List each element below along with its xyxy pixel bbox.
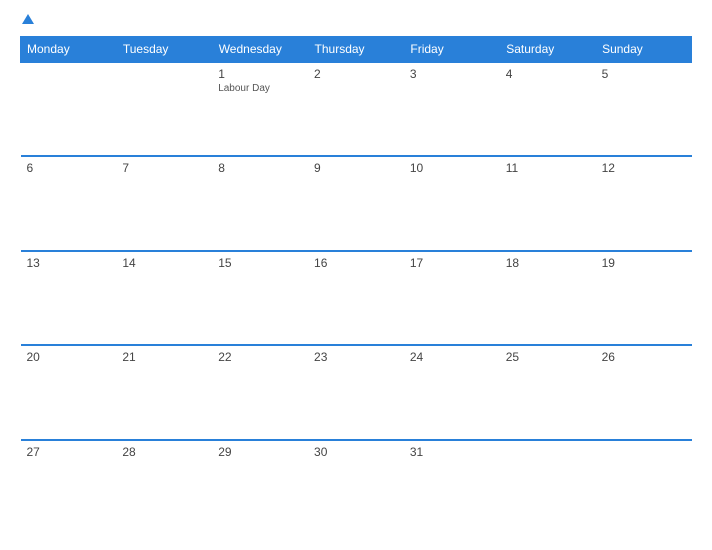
day-number: 3 bbox=[410, 67, 494, 81]
calendar-week-row: 13 14 15 16 17 18 19 bbox=[21, 251, 692, 345]
calendar-cell: 7 bbox=[116, 156, 212, 250]
calendar-week-row: 27 28 29 30 31 bbox=[21, 440, 692, 534]
day-number: 4 bbox=[506, 67, 590, 81]
calendar-cell: 5 bbox=[596, 62, 692, 156]
day-number: 13 bbox=[27, 256, 111, 270]
day-number: 23 bbox=[314, 350, 398, 364]
calendar-cell: 8 bbox=[212, 156, 308, 250]
day-number: 8 bbox=[218, 161, 302, 175]
day-number: 6 bbox=[27, 161, 111, 175]
calendar-cell: 22 bbox=[212, 345, 308, 439]
day-number: 20 bbox=[27, 350, 111, 364]
calendar-cell: 15 bbox=[212, 251, 308, 345]
calendar-cell: 14 bbox=[116, 251, 212, 345]
calendar-cell: 30 bbox=[308, 440, 404, 534]
calendar-cell: 31 bbox=[404, 440, 500, 534]
day-number: 16 bbox=[314, 256, 398, 270]
day-number: 19 bbox=[602, 256, 686, 270]
day-number: 11 bbox=[506, 161, 590, 175]
weekday-header-thursday: Thursday bbox=[308, 37, 404, 63]
calendar-week-row: 20 21 22 23 24 25 26 bbox=[21, 345, 692, 439]
weekday-header-row: MondayTuesdayWednesdayThursdayFridaySatu… bbox=[21, 37, 692, 63]
calendar-cell: 27 bbox=[21, 440, 117, 534]
day-number: 27 bbox=[27, 445, 111, 459]
day-number: 5 bbox=[602, 67, 686, 81]
day-number: 15 bbox=[218, 256, 302, 270]
day-number: 12 bbox=[602, 161, 686, 175]
weekday-header-wednesday: Wednesday bbox=[212, 37, 308, 63]
calendar-cell bbox=[596, 440, 692, 534]
day-number: 24 bbox=[410, 350, 494, 364]
day-number: 17 bbox=[410, 256, 494, 270]
logo-triangle-icon bbox=[22, 14, 34, 24]
calendar-cell: 13 bbox=[21, 251, 117, 345]
day-number: 14 bbox=[122, 256, 206, 270]
calendar-cell: 28 bbox=[116, 440, 212, 534]
day-number: 30 bbox=[314, 445, 398, 459]
calendar-cell bbox=[21, 62, 117, 156]
calendar-cell: 24 bbox=[404, 345, 500, 439]
calendar-cell: 10 bbox=[404, 156, 500, 250]
logo bbox=[20, 16, 34, 26]
day-event: Labour Day bbox=[218, 83, 302, 94]
calendar-cell: 16 bbox=[308, 251, 404, 345]
day-number: 28 bbox=[122, 445, 206, 459]
weekday-header-tuesday: Tuesday bbox=[116, 37, 212, 63]
day-number: 10 bbox=[410, 161, 494, 175]
calendar-cell: 12 bbox=[596, 156, 692, 250]
calendar-cell: 29 bbox=[212, 440, 308, 534]
calendar-header-row: MondayTuesdayWednesdayThursdayFridaySatu… bbox=[21, 37, 692, 63]
calendar-cell: 25 bbox=[500, 345, 596, 439]
weekday-header-friday: Friday bbox=[404, 37, 500, 63]
calendar-page: MondayTuesdayWednesdayThursdayFridaySatu… bbox=[0, 0, 712, 550]
calendar-cell: 2 bbox=[308, 62, 404, 156]
day-number: 29 bbox=[218, 445, 302, 459]
calendar-cell: 3 bbox=[404, 62, 500, 156]
calendar-cell: 4 bbox=[500, 62, 596, 156]
day-number: 31 bbox=[410, 445, 494, 459]
day-number: 22 bbox=[218, 350, 302, 364]
calendar-cell bbox=[116, 62, 212, 156]
calendar-cell: 1 Labour Day bbox=[212, 62, 308, 156]
day-number: 9 bbox=[314, 161, 398, 175]
calendar-cell bbox=[500, 440, 596, 534]
weekday-header-sunday: Sunday bbox=[596, 37, 692, 63]
day-number: 21 bbox=[122, 350, 206, 364]
calendar-cell: 11 bbox=[500, 156, 596, 250]
calendar-header bbox=[20, 16, 692, 26]
calendar-cell: 17 bbox=[404, 251, 500, 345]
day-number: 7 bbox=[122, 161, 206, 175]
calendar-week-row: 1 Labour Day 2345 bbox=[21, 62, 692, 156]
calendar-week-row: 6789 10 11 12 bbox=[21, 156, 692, 250]
calendar-cell: 23 bbox=[308, 345, 404, 439]
calendar-cell: 18 bbox=[500, 251, 596, 345]
calendar-cell: 26 bbox=[596, 345, 692, 439]
calendar-cell: 9 bbox=[308, 156, 404, 250]
day-number: 25 bbox=[506, 350, 590, 364]
calendar-cell: 21 bbox=[116, 345, 212, 439]
day-number: 26 bbox=[602, 350, 686, 364]
calendar-cell: 19 bbox=[596, 251, 692, 345]
weekday-header-monday: Monday bbox=[21, 37, 117, 63]
day-number: 1 bbox=[218, 67, 302, 81]
weekday-header-saturday: Saturday bbox=[500, 37, 596, 63]
day-number: 2 bbox=[314, 67, 398, 81]
day-number: 18 bbox=[506, 256, 590, 270]
calendar-table: MondayTuesdayWednesdayThursdayFridaySatu… bbox=[20, 36, 692, 534]
calendar-cell: 6 bbox=[21, 156, 117, 250]
calendar-cell: 20 bbox=[21, 345, 117, 439]
calendar-body: 1Labour Day23456789101112131415161718192… bbox=[21, 62, 692, 534]
